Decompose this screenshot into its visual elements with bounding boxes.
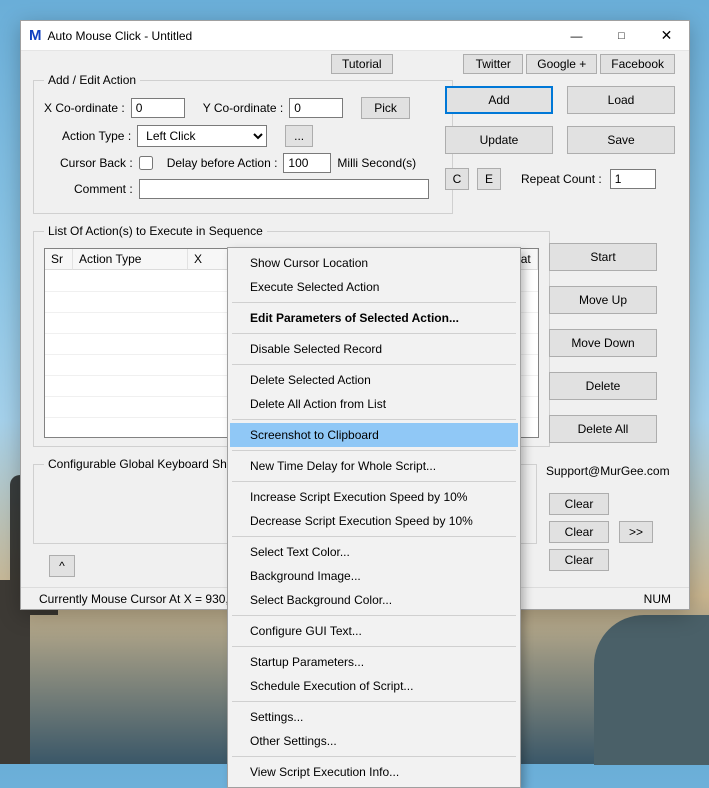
delete-button[interactable]: Delete	[549, 372, 657, 400]
context-menu-item[interactable]: Disable Selected Record	[230, 337, 518, 361]
context-menu-item[interactable]: Screenshot to Clipboard	[230, 423, 518, 447]
context-menu-item[interactable]: Startup Parameters...	[230, 650, 518, 674]
context-menu-item[interactable]: Schedule Execution of Script...	[230, 674, 518, 698]
delay-unit-label: Milli Second(s)	[337, 156, 416, 170]
status-cursor-position: Currently Mouse Cursor At X = 930, Y	[31, 592, 248, 606]
e-button[interactable]: E	[477, 168, 501, 190]
action-type-select[interactable]: Left Click	[137, 125, 267, 147]
pick-button[interactable]: Pick	[361, 97, 410, 119]
context-menu-separator	[232, 701, 516, 702]
c-button[interactable]: C	[445, 168, 469, 190]
context-menu-item[interactable]: Delete All Action from List	[230, 392, 518, 416]
status-numlock: NUM	[636, 592, 679, 606]
context-menu-separator	[232, 302, 516, 303]
context-menu-separator	[232, 333, 516, 334]
context-menu-separator	[232, 646, 516, 647]
context-menu-separator	[232, 450, 516, 451]
scroll-up-button[interactable]: ^	[49, 555, 75, 577]
x-coord-input[interactable]	[131, 98, 185, 118]
context-menu-separator	[232, 481, 516, 482]
y-coord-label: Y Co-ordinate :	[203, 101, 284, 115]
twitter-button[interactable]: Twitter	[463, 54, 523, 74]
close-button[interactable]: ✕	[644, 21, 689, 51]
context-menu-item[interactable]: Select Background Color...	[230, 588, 518, 612]
delay-label: Delay before Action :	[167, 156, 278, 170]
y-coord-input[interactable]	[289, 98, 343, 118]
context-menu-item[interactable]: Show Cursor Location	[230, 251, 518, 275]
context-menu-separator	[232, 756, 516, 757]
action-type-label: Action Type :	[62, 129, 131, 143]
col-action-type[interactable]: Action Type	[73, 249, 188, 270]
context-menu[interactable]: Show Cursor LocationExecute Selected Act…	[227, 247, 521, 788]
context-menu-item[interactable]: Execute Selected Action	[230, 275, 518, 299]
action-type-more-button[interactable]: ...	[285, 125, 313, 147]
shortcuts-legend: Configurable Global Keyboard Shortc	[44, 457, 251, 471]
clear-button-2[interactable]: Clear	[549, 521, 609, 543]
minimize-button[interactable]: —	[554, 21, 599, 51]
update-button[interactable]: Update	[445, 126, 553, 154]
context-menu-item[interactable]: Decrease Script Execution Speed by 10%	[230, 509, 518, 533]
context-menu-item[interactable]: Edit Parameters of Selected Action...	[230, 306, 518, 330]
delay-input[interactable]	[283, 153, 331, 173]
context-menu-item[interactable]: Other Settings...	[230, 729, 518, 753]
save-button[interactable]: Save	[567, 126, 675, 154]
add-button[interactable]: Add	[445, 86, 553, 114]
list-side-buttons: Start Move Up Move Down Delete Delete Al…	[549, 243, 657, 443]
repeat-count-input[interactable]	[610, 169, 656, 189]
maximize-button[interactable]: □	[599, 21, 644, 51]
action-list-legend: List Of Action(s) to Execute in Sequence	[44, 224, 267, 238]
context-menu-item[interactable]: Background Image...	[230, 564, 518, 588]
more-shortcuts-button[interactable]: >>	[619, 521, 653, 543]
context-menu-separator	[232, 419, 516, 420]
x-coord-label: X Co-ordinate :	[44, 101, 125, 115]
background-rock	[594, 615, 709, 765]
context-menu-item[interactable]: Delete Selected Action	[230, 368, 518, 392]
context-menu-item[interactable]: Increase Script Execution Speed by 10%	[230, 485, 518, 509]
social-link-row: Twitter Google + Facebook	[463, 54, 675, 74]
context-menu-item[interactable]: Select Text Color...	[230, 540, 518, 564]
load-button[interactable]: Load	[567, 86, 675, 114]
start-button[interactable]: Start	[549, 243, 657, 271]
side-button-column: Add Load Update Save C E Repeat Count :	[445, 86, 675, 190]
cursor-back-checkbox[interactable]	[139, 156, 153, 170]
move-up-button[interactable]: Move Up	[549, 286, 657, 314]
facebook-button[interactable]: Facebook	[600, 54, 675, 74]
title-bar[interactable]: M Auto Mouse Click - Untitled — □ ✕	[21, 21, 689, 51]
context-menu-separator	[232, 364, 516, 365]
comment-label: Comment :	[74, 182, 133, 196]
context-menu-separator	[232, 536, 516, 537]
support-link[interactable]: Support@MurGee.com	[546, 464, 670, 478]
tutorial-button[interactable]: Tutorial	[331, 54, 393, 74]
repeat-count-label: Repeat Count :	[521, 172, 602, 186]
context-menu-item[interactable]: Configure GUI Text...	[230, 619, 518, 643]
add-edit-group: Add / Edit Action X Co-ordinate : Y Co-o…	[33, 73, 453, 214]
context-menu-separator	[232, 615, 516, 616]
comment-input[interactable]	[139, 179, 429, 199]
window-title: Auto Mouse Click - Untitled	[48, 29, 555, 43]
delete-all-button[interactable]: Delete All	[549, 415, 657, 443]
move-down-button[interactable]: Move Down	[549, 329, 657, 357]
context-menu-item[interactable]: Settings...	[230, 705, 518, 729]
clear-button-1[interactable]: Clear	[549, 493, 609, 515]
app-logo-icon: M	[29, 27, 42, 44]
cursor-back-label: Cursor Back :	[60, 156, 133, 170]
google-button[interactable]: Google +	[526, 54, 597, 74]
context-menu-item[interactable]: New Time Delay for Whole Script...	[230, 454, 518, 478]
clear-button-3[interactable]: Clear	[549, 549, 609, 571]
add-edit-legend: Add / Edit Action	[44, 73, 140, 87]
col-sr[interactable]: Sr	[45, 249, 73, 270]
